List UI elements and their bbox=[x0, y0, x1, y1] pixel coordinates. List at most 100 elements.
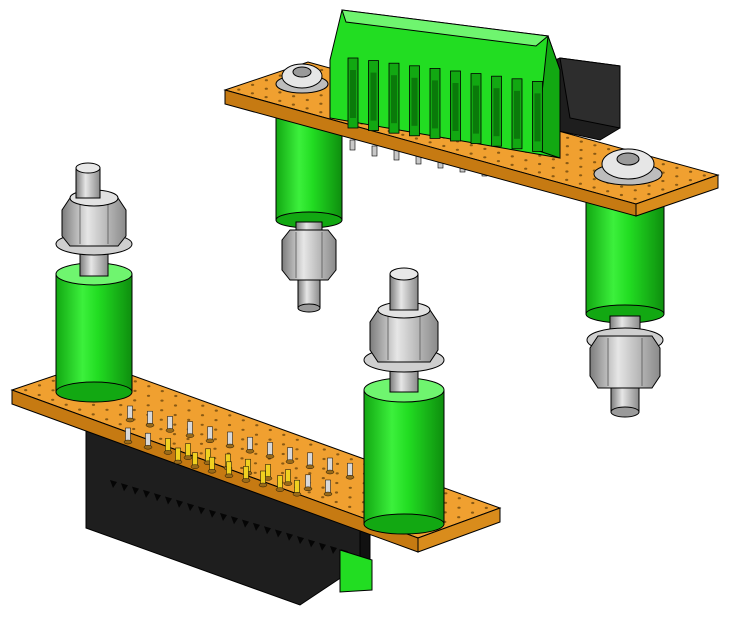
board-hole bbox=[199, 452, 203, 455]
board-hole bbox=[305, 98, 309, 102]
pin-base bbox=[275, 487, 285, 492]
board-hole bbox=[282, 433, 286, 436]
pin-base bbox=[258, 482, 268, 488]
pin-base bbox=[345, 475, 355, 480]
board-hole bbox=[565, 153, 569, 156]
board-hole bbox=[201, 404, 205, 407]
pin-base bbox=[224, 473, 234, 478]
board-hole bbox=[647, 193, 651, 196]
board-hole bbox=[253, 471, 257, 474]
board-hole bbox=[334, 491, 339, 494]
board-hole bbox=[428, 141, 432, 144]
board-hole bbox=[173, 413, 177, 417]
board-hole bbox=[524, 167, 528, 170]
board-hole bbox=[254, 452, 258, 455]
board-hole bbox=[647, 184, 651, 187]
board-hole bbox=[675, 175, 679, 178]
board-hole bbox=[253, 462, 258, 465]
pin-base bbox=[265, 454, 275, 459]
board-hole bbox=[322, 457, 326, 461]
board-hole bbox=[133, 389, 137, 392]
board-hole bbox=[483, 147, 487, 150]
board-hole bbox=[118, 423, 122, 426]
board-hole bbox=[322, 448, 326, 451]
board-hole bbox=[237, 88, 241, 91]
pin-base bbox=[145, 423, 155, 428]
board-hole bbox=[240, 457, 244, 460]
board-hole bbox=[254, 433, 259, 436]
pin-base bbox=[305, 464, 315, 469]
board-hole bbox=[91, 413, 95, 416]
board-hole bbox=[496, 160, 500, 163]
board-hole bbox=[213, 447, 217, 450]
board-hole bbox=[254, 443, 258, 446]
board-hole bbox=[620, 185, 624, 188]
board-hole bbox=[702, 174, 706, 177]
board-hole bbox=[172, 433, 177, 436]
board-hole bbox=[619, 193, 624, 197]
board-hole bbox=[278, 74, 282, 77]
board-hole bbox=[105, 418, 109, 421]
board-hole bbox=[295, 457, 299, 460]
board-hole bbox=[160, 409, 164, 412]
board-hole bbox=[321, 496, 325, 499]
board-hole bbox=[268, 428, 272, 432]
board-hole bbox=[255, 424, 259, 427]
board-hole bbox=[457, 497, 461, 500]
pcb-assembly-render bbox=[10, 9, 720, 606]
lower-board-assembly bbox=[10, 162, 502, 606]
board-hole bbox=[278, 99, 282, 102]
board-hole bbox=[348, 505, 352, 508]
pin-base bbox=[205, 438, 215, 443]
board-hole bbox=[174, 394, 178, 398]
terminal-slot-inner bbox=[534, 93, 541, 142]
board-hole bbox=[348, 486, 352, 489]
lower-right-standoff bbox=[363, 377, 445, 535]
upper-left-bolt bbox=[281, 221, 337, 313]
board-hole bbox=[160, 399, 164, 402]
upper-right-bolt bbox=[586, 315, 664, 418]
board-hole bbox=[348, 496, 352, 499]
lower-right-bolt bbox=[363, 267, 445, 393]
terminal-slot-inner bbox=[452, 83, 459, 131]
board-hole bbox=[470, 511, 475, 514]
board-hole bbox=[200, 433, 204, 436]
board-hole bbox=[607, 148, 611, 151]
board-hole bbox=[335, 462, 340, 465]
lower-left-bolt bbox=[55, 162, 133, 277]
board-hole bbox=[187, 399, 191, 402]
board-hole bbox=[455, 148, 459, 151]
pin-base bbox=[163, 450, 173, 455]
board-hole bbox=[133, 399, 137, 402]
board-hole bbox=[173, 404, 178, 407]
board-hole bbox=[132, 427, 136, 431]
pin-base bbox=[241, 478, 251, 483]
board-hole bbox=[133, 380, 137, 383]
terminal-slot-inner bbox=[514, 90, 520, 139]
upper-board-assembly bbox=[223, 9, 720, 418]
pin-base bbox=[173, 459, 183, 465]
board-hole bbox=[214, 409, 218, 412]
board-hole bbox=[37, 384, 42, 387]
pin-base bbox=[323, 491, 333, 497]
board-hole bbox=[146, 404, 150, 407]
board-hole bbox=[281, 452, 285, 456]
board-hole bbox=[457, 506, 461, 509]
board-hole bbox=[551, 158, 556, 161]
board-hole bbox=[319, 111, 323, 114]
board-hole bbox=[593, 144, 597, 147]
board-hole bbox=[510, 155, 514, 158]
board-hole bbox=[442, 144, 446, 148]
board-hole bbox=[483, 156, 487, 159]
board-hole bbox=[444, 492, 448, 495]
board-hole bbox=[51, 389, 55, 392]
terminal-slot-inner bbox=[473, 85, 479, 134]
board-hole bbox=[291, 103, 295, 106]
board-hole bbox=[307, 491, 311, 494]
board-hole bbox=[268, 438, 272, 441]
board-hole bbox=[484, 506, 488, 509]
board-hole bbox=[578, 182, 583, 185]
board-hole bbox=[37, 393, 41, 397]
board-hole bbox=[579, 165, 583, 168]
board-hole bbox=[200, 414, 205, 417]
